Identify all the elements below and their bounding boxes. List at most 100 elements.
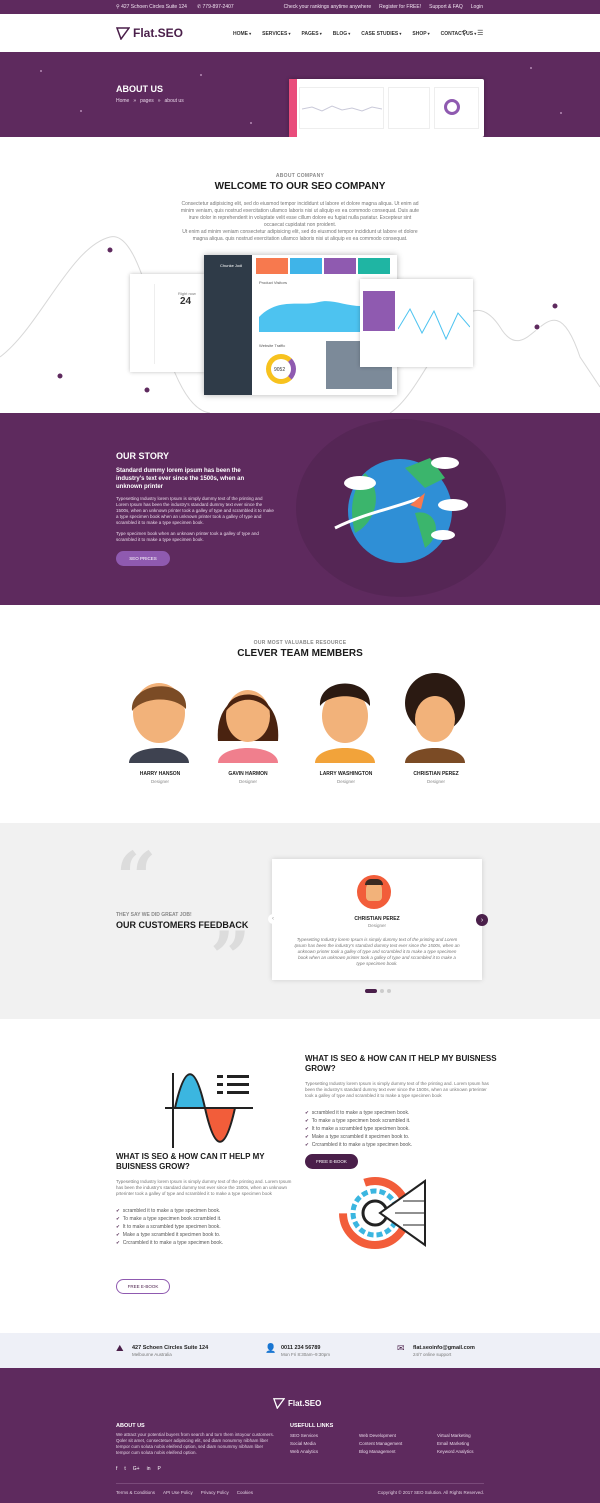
team-avatar-larry xyxy=(315,683,375,763)
about-kicker: ABOUT COMPANY xyxy=(275,173,325,179)
contact-bar: ⛰ 427 Schoen Circles Suite 124 Melbourne… xyxy=(0,1333,600,1368)
footer-link[interactable]: Content Management xyxy=(359,1441,402,1449)
contact-address: 427 Schoen Circles Suite 124 xyxy=(132,1345,209,1351)
breadcrumb-current: about us xyxy=(164,98,184,104)
breadcrumb-home[interactable]: Home xyxy=(116,98,129,104)
nav-shop[interactable]: SHOP xyxy=(412,31,429,37)
contact-phone: 0011 234 56789 xyxy=(281,1345,321,1351)
seo-prices-button[interactable]: SEO PRICES xyxy=(116,551,170,566)
terms-link[interactable]: Terms & Conditions xyxy=(116,1490,155,1495)
open-quote-icon: “ xyxy=(116,836,157,919)
footer-about-title: ABOUT US xyxy=(116,1423,145,1429)
footer-logo[interactable]: Flat.SEO xyxy=(273,1397,321,1409)
member-role: Designer xyxy=(426,779,445,784)
hero-dashboard-image xyxy=(289,79,484,137)
feedback-kicker: THEY SAY WE DID GREAT JOB! xyxy=(116,912,192,918)
free-ebook-button-1[interactable]: FREE E-BOOK xyxy=(305,1154,358,1169)
nav-pages[interactable]: PAGES xyxy=(301,31,321,37)
social-links: f t G+ in P xyxy=(116,1466,161,1472)
user-icon: 👤 xyxy=(265,1343,277,1353)
page-hero: ABOUT US Home» pages» about us xyxy=(0,52,600,137)
testimonial-name: CHRISTIAN PEREZ xyxy=(354,916,400,922)
team-avatar-gavin xyxy=(217,690,279,763)
list-item: Make a type scrambled it specimen book t… xyxy=(305,1133,412,1141)
member-name: LARRY WASHINGTON xyxy=(319,771,373,777)
story-section: OUR STORY Standard dummy lorem ipsum has… xyxy=(0,413,600,605)
about-section: ABOUT COMPANY WELCOME TO OUR SEO COMPANY… xyxy=(0,137,600,413)
footer-link[interactable]: SEO Services xyxy=(290,1433,318,1441)
target-funnel-illustration xyxy=(339,1177,426,1249)
breadcrumb: Home» pages» about us xyxy=(116,98,184,104)
list-item: It to make a scrambled type specimen boo… xyxy=(305,1125,412,1133)
search-icon[interactable]: ⚲ xyxy=(462,29,467,37)
chart-wave-illustration xyxy=(165,1073,253,1148)
carousel-dot[interactable] xyxy=(380,989,384,993)
menu-icon[interactable]: ☰ xyxy=(477,29,483,37)
linkedin-icon[interactable]: in xyxy=(147,1466,151,1472)
about-para-1: Consectetur adipisicing elit, sed do eiu… xyxy=(180,201,420,228)
primary-nav: HOME SERVICES PAGES BLOG CASE STUDIES SH… xyxy=(233,31,476,37)
testimonial-quote: Typesetting Industry lorem Ipsum is simp… xyxy=(294,937,460,966)
list-item: Make a type scrambled it specimen book t… xyxy=(116,1231,223,1239)
globe-rocket-illustration xyxy=(334,457,468,563)
seo-para-2: Typesetting Industry lorem Ipsum is simp… xyxy=(116,1179,292,1196)
carousel-dot-active[interactable] xyxy=(365,989,377,993)
rankings-link[interactable]: Check your rankings anytime anywhere xyxy=(284,4,372,10)
team-title: CLEVER TEAM MEMBERS xyxy=(237,648,363,659)
support-link[interactable]: Support & FAQ xyxy=(429,4,463,10)
seo-list-1: scrambled it to make a type specimen boo… xyxy=(305,1109,412,1149)
cookies-link[interactable]: Cookies xyxy=(237,1490,253,1495)
footer-link[interactable]: Blog Management xyxy=(359,1449,402,1457)
calendar-mock: Right now 24 xyxy=(130,274,205,372)
footer-link[interactable]: Email Marketing xyxy=(437,1441,474,1449)
footer-link[interactable]: Social Media xyxy=(290,1441,318,1449)
privacy-link[interactable]: Privacy Policy xyxy=(201,1490,229,1495)
twitter-icon[interactable]: t xyxy=(124,1466,125,1472)
list-item: To make a type specimen book scrambled i… xyxy=(116,1215,223,1223)
about-para-2: Ut enim ad minim veniam consectetur adip… xyxy=(182,229,418,242)
site-logo[interactable]: Flat.SEO xyxy=(116,26,183,40)
team-kicker: OUR MOST VALUABLE RESOURCE xyxy=(253,640,347,646)
footer-bottom-links: Terms & Conditions API Use Policy Privac… xyxy=(116,1490,253,1495)
next-arrow-icon[interactable]: › xyxy=(476,914,488,926)
free-ebook-button-2[interactable]: FREE E-BOOK xyxy=(116,1279,170,1294)
list-item: scrambled it to make a type specimen boo… xyxy=(305,1109,412,1117)
team-avatar-christian xyxy=(405,673,465,763)
story-title: OUR STORY xyxy=(116,451,170,461)
footer-link[interactable]: Keyword Analytics xyxy=(437,1449,474,1457)
member-role: Designer xyxy=(150,779,169,784)
feedback-section: “ ” THEY SAY WE DID GREAT JOB! OUR CUSTO… xyxy=(0,823,600,1019)
member-role: Designer xyxy=(238,779,257,784)
pinterest-icon[interactable]: P xyxy=(158,1466,161,1472)
nav-services[interactable]: SERVICES xyxy=(262,31,290,37)
contact-hours: Mon Fri 8:30am–9:30pm xyxy=(281,1352,331,1357)
list-item: scrambled it to make a type specimen boo… xyxy=(116,1207,223,1215)
team-section: OUR MOST VALUABLE RESOURCE CLEVER TEAM M… xyxy=(0,605,600,823)
footer-links-col-3: Virtual Marketing Email Marketing Keywor… xyxy=(437,1433,474,1457)
register-link[interactable]: Register for FREE! xyxy=(379,4,421,10)
nav-case-studies[interactable]: CASE STUDIES xyxy=(361,31,401,37)
nav-blog[interactable]: BLOG xyxy=(333,31,351,37)
google-plus-icon[interactable]: G+ xyxy=(133,1466,140,1472)
list-item: Crcrambled it to make a type specimen bo… xyxy=(116,1239,223,1247)
top-bar: ⚲ 427 Schoen Circles Suite 124 ✆ 779-897… xyxy=(0,0,600,14)
page-title: ABOUT US xyxy=(116,84,163,94)
footer-links-title: USEFULL LINKS xyxy=(290,1423,334,1429)
carousel-dot[interactable] xyxy=(387,989,391,993)
prev-arrow-icon[interactable]: ‹ xyxy=(268,914,278,924)
breadcrumb-pages[interactable]: pages xyxy=(140,98,154,104)
footer-link[interactable]: Web Analytics xyxy=(290,1449,318,1457)
nav-home[interactable]: HOME xyxy=(233,31,251,37)
facebook-icon[interactable]: f xyxy=(116,1466,117,1472)
footer-about-text: We attract your potential buyers from se… xyxy=(116,1432,274,1455)
login-link[interactable]: Login xyxy=(471,4,483,10)
footer-link[interactable]: Web Development xyxy=(359,1433,402,1441)
seo-info-section: WHAT IS SEO & HOW CAN IT HELP MY BUISNES… xyxy=(0,1019,600,1333)
footer-link[interactable]: Virtual Marketing xyxy=(437,1433,474,1441)
contact-email[interactable]: flat.seoinfo@gmail.com xyxy=(413,1345,475,1351)
main-navbar: Flat.SEO HOME SERVICES PAGES BLOG CASE S… xyxy=(0,14,600,52)
api-policy-link[interactable]: API Use Policy xyxy=(163,1490,193,1495)
contact-address-city: Melbourne Australia xyxy=(132,1352,172,1357)
about-title: WELCOME TO OUR SEO COMPANY xyxy=(214,181,386,192)
seo-list-2: scrambled it to make a type specimen boo… xyxy=(116,1207,223,1247)
